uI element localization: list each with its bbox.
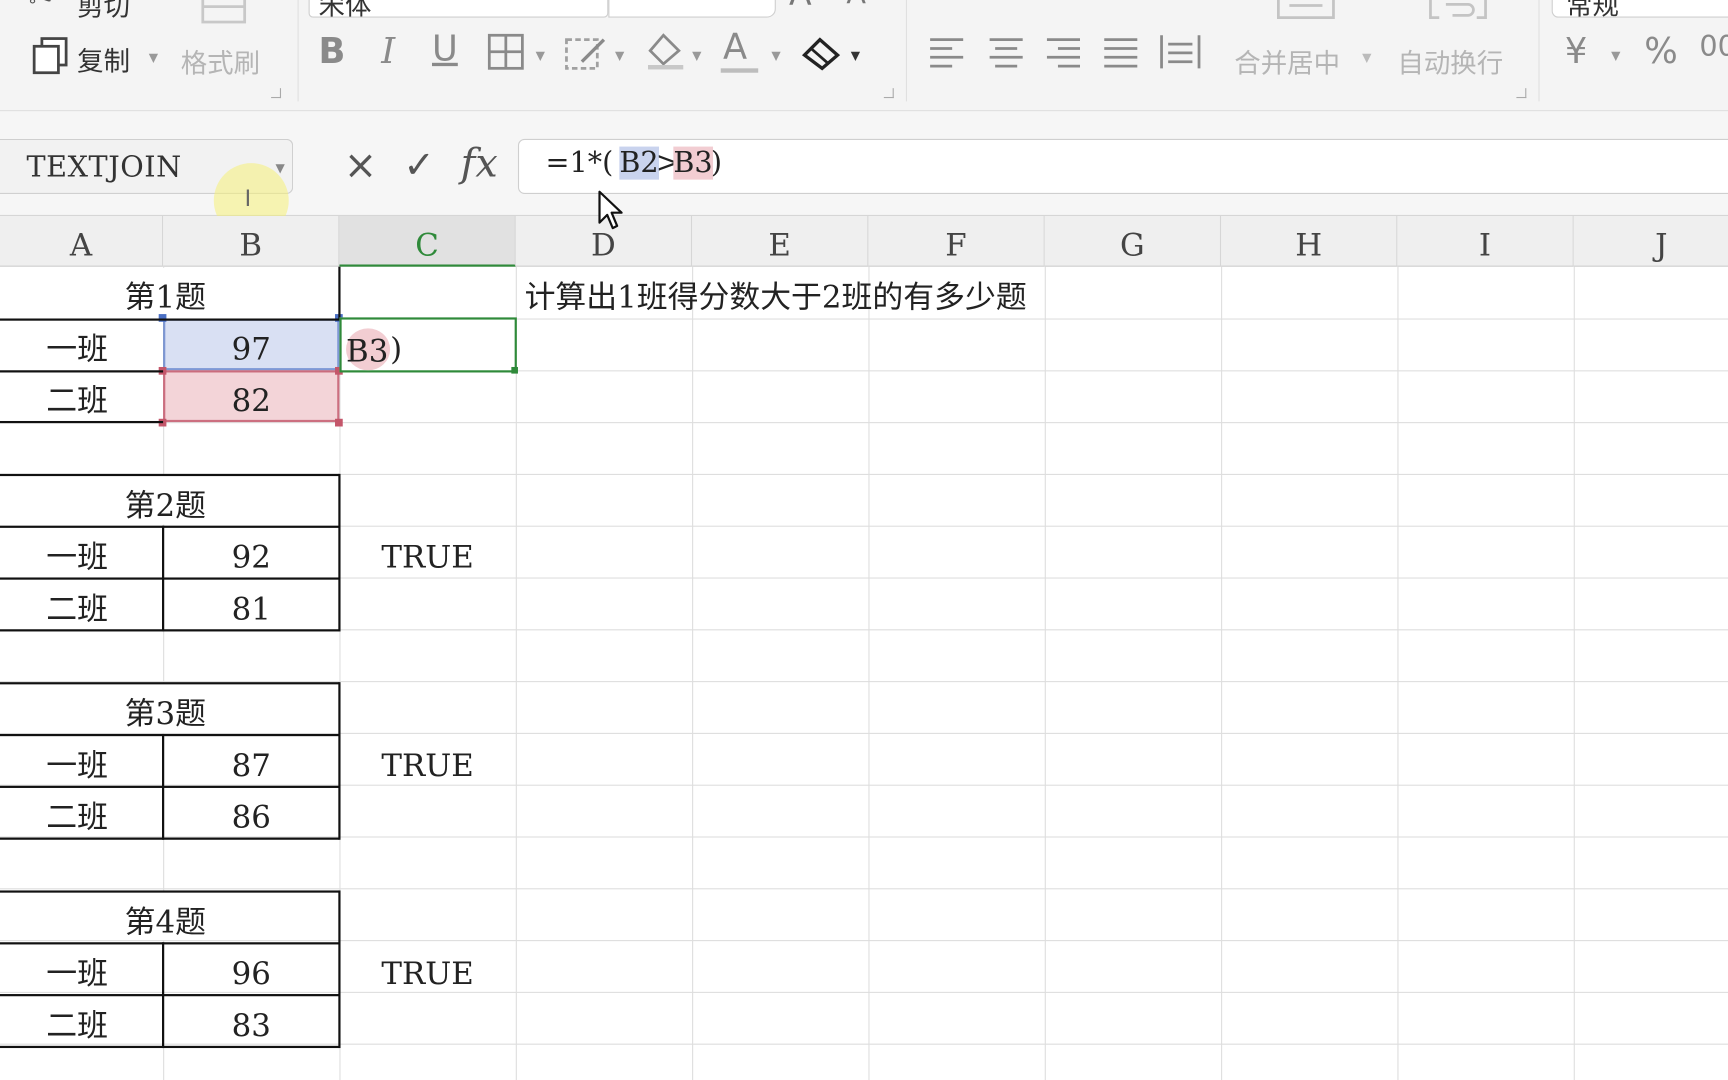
result-q3[interactable]: TRUE <box>339 737 515 789</box>
align-center-icon[interactable] <box>987 35 1024 76</box>
percent-icon[interactable]: % <box>1644 33 1678 68</box>
font-color-swatch <box>720 68 759 73</box>
justify-icon[interactable] <box>1102 35 1139 76</box>
formula-ref-b2: B2 <box>619 146 659 180</box>
question-title-1[interactable]: 第1题 <box>0 269 331 321</box>
decrease-font-icon[interactable]: A <box>846 0 866 9</box>
column-header-b[interactable]: B <box>163 216 340 267</box>
border-dropdown-caret[interactable]: ▼ <box>536 48 545 62</box>
column-header-c[interactable]: C <box>339 216 516 267</box>
underline-icon[interactable]: U <box>432 31 458 66</box>
class1-score-q2[interactable]: 92 <box>163 529 339 581</box>
class1-score-q1[interactable]: 97 <box>163 321 339 373</box>
cancel-formula-icon[interactable]: × <box>344 143 377 188</box>
result-q2[interactable]: TRUE <box>339 529 515 581</box>
copy-dropdown-caret[interactable]: ▼ <box>149 51 158 65</box>
font-group-expand[interactable] <box>883 88 894 99</box>
result-q4[interactable]: TRUE <box>339 946 515 998</box>
class1-label-q3[interactable]: 一班 <box>0 737 154 789</box>
format-painter-label[interactable]: 格式刷 <box>181 42 260 81</box>
class1-label-q4[interactable]: 一班 <box>0 946 154 998</box>
instruction-note[interactable]: 计算出1班得分数大于2班的有多少题 <box>525 269 1027 321</box>
class1-score-q3[interactable]: 87 <box>163 737 339 789</box>
border-icon[interactable] <box>487 33 524 76</box>
class1-label-q1[interactable]: 一班 <box>0 321 154 373</box>
font-name-value: 宋体 <box>318 0 372 21</box>
clipboard-group-expand[interactable] <box>271 88 282 99</box>
format-painter-icon[interactable] <box>201 0 247 32</box>
class1-label-q2[interactable]: 一班 <box>0 529 154 581</box>
shape-edit-icon[interactable] <box>564 33 608 76</box>
class1-score-q4[interactable]: 96 <box>163 946 339 998</box>
class2-score-q1[interactable]: 82 <box>163 372 339 424</box>
shape-dropdown-caret[interactable]: ▼ <box>615 48 624 62</box>
italic-icon[interactable]: I <box>381 33 395 68</box>
class2-label-q1[interactable]: 二班 <box>0 372 154 424</box>
distributed-align-icon[interactable] <box>1159 33 1201 76</box>
clear-dropdown-caret[interactable]: ▼ <box>851 48 860 62</box>
font-size-select[interactable] <box>608 0 776 18</box>
mouse-pointer-icon <box>597 190 623 236</box>
eraser-icon[interactable] <box>800 33 844 76</box>
merge-center-label[interactable]: 合并居中 <box>1234 42 1340 81</box>
column-header-e[interactable]: E <box>692 216 869 267</box>
formula-suffix: ) <box>710 146 723 180</box>
alignment-group-expand[interactable] <box>1516 88 1527 99</box>
editing-cell-ref: B3 <box>346 332 389 370</box>
column-header-a[interactable]: A <box>0 216 164 267</box>
class2-score-q2[interactable]: 81 <box>163 581 339 633</box>
fill-dropdown-caret[interactable]: ▼ <box>692 48 701 62</box>
fill-handle[interactable] <box>511 366 518 374</box>
class2-label-q4[interactable]: 二班 <box>0 997 154 1049</box>
currency-dropdown-caret[interactable]: ▼ <box>1611 48 1620 62</box>
class2-label-q3[interactable]: 二班 <box>0 789 154 841</box>
align-left-icon[interactable] <box>928 35 965 76</box>
fill-color-icon[interactable] <box>644 31 688 76</box>
formula-prefix: =1*( <box>545 146 614 180</box>
increase-font-icon[interactable]: A <box>789 0 812 11</box>
column-header-f[interactable]: F <box>868 216 1045 267</box>
merge-dropdown-caret[interactable]: ▼ <box>1362 51 1371 65</box>
font-color-dropdown-caret[interactable]: ▼ <box>771 48 780 62</box>
formula-ref-b3: B3 <box>673 146 713 180</box>
class2-score-q4[interactable]: 83 <box>163 997 339 1049</box>
text-cursor-icon: I <box>244 185 252 212</box>
wrap-text-label[interactable]: 自动换行 <box>1397 42 1503 81</box>
bold-icon[interactable]: B <box>318 33 345 68</box>
class2-label-q2[interactable]: 二班 <box>0 581 154 633</box>
name-box-value: TEXTJOIN <box>26 150 182 185</box>
column-header-h[interactable]: H <box>1221 216 1398 267</box>
number-format-value: 常规 <box>1566 0 1619 21</box>
merge-center-icon[interactable] <box>1276 0 1336 30</box>
editing-cell-suffix: ) <box>390 330 403 367</box>
copy-icon[interactable] <box>31 35 71 80</box>
align-right-icon[interactable] <box>1045 35 1082 76</box>
column-header-g[interactable]: G <box>1044 216 1222 267</box>
question-title-2[interactable]: 第2题 <box>0 477 331 529</box>
insert-function-icon[interactable]: fx <box>461 141 498 186</box>
column-header-i[interactable]: I <box>1397 216 1574 267</box>
question-title-4[interactable]: 第4题 <box>0 894 331 946</box>
confirm-formula-icon[interactable]: ✓ <box>403 143 434 187</box>
currency-icon[interactable]: ¥ <box>1565 33 1587 68</box>
scissors-icon[interactable]: ✂ <box>29 0 53 13</box>
thousands-separator-icon[interactable]: 000 <box>1699 33 1728 62</box>
ribbon-toolbar: ✂ 剪切 复制 ▼ 格式刷 宋体 A A B I U ▼ ▼ <box>0 0 1728 112</box>
wrap-text-icon[interactable] <box>1428 0 1488 30</box>
copy-button-label[interactable]: 复制 <box>77 40 130 79</box>
question-title-3[interactable]: 第3题 <box>0 685 331 737</box>
class2-score-q3[interactable]: 86 <box>163 789 339 841</box>
cut-label[interactable]: 剪切 <box>77 0 130 23</box>
font-name-select[interactable]: 宋体 <box>308 0 609 21</box>
number-format-select[interactable]: 常规 <box>1551 0 1728 21</box>
column-header-j[interactable]: J <box>1573 216 1728 267</box>
font-color-icon[interactable]: A <box>723 29 747 64</box>
